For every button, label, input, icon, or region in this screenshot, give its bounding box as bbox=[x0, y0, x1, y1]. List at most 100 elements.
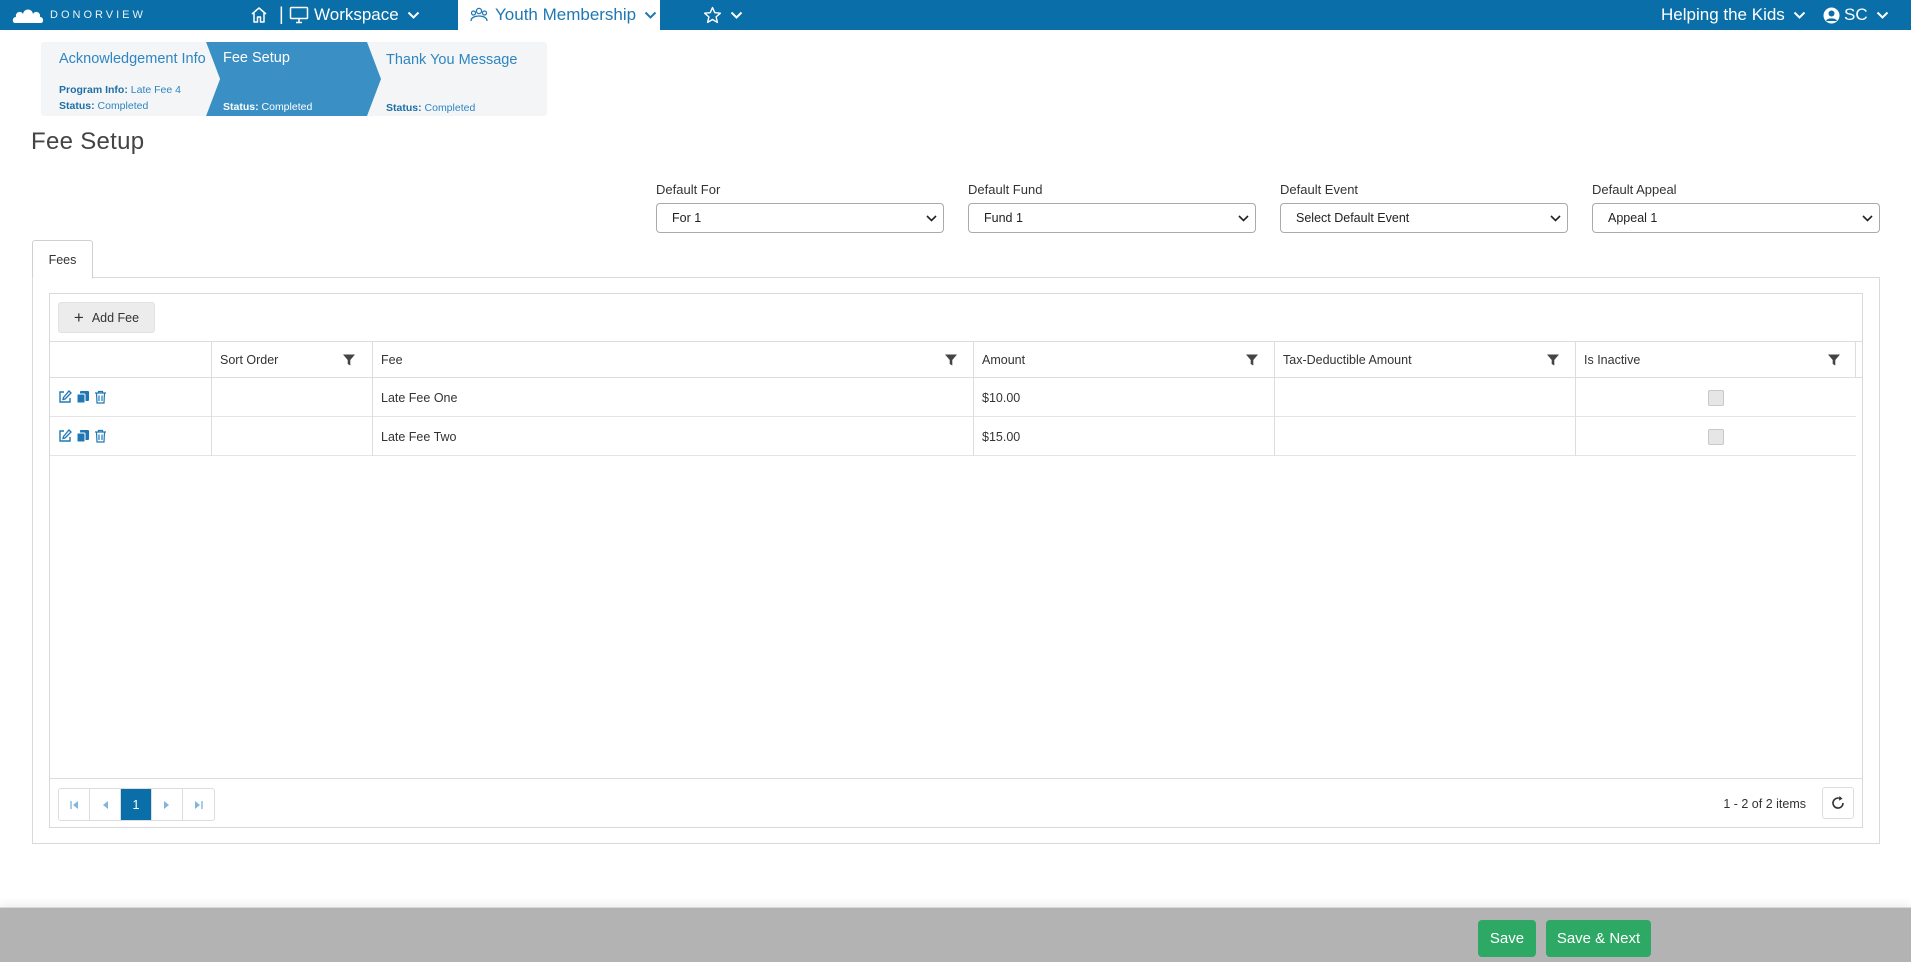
refresh-button[interactable] bbox=[1822, 787, 1854, 819]
table-row: Late Fee Two $15.00 bbox=[50, 417, 1856, 456]
grid-pager: 1 1 - 2 of 2 items bbox=[50, 778, 1862, 827]
home-icon[interactable] bbox=[249, 5, 269, 25]
next-page-button[interactable] bbox=[152, 789, 183, 820]
save-button[interactable]: Save bbox=[1478, 920, 1536, 957]
fees-grid: + Add Fee Sort Order Fee Amount Tax-Dedu… bbox=[49, 293, 1863, 828]
youth-membership-label: Youth Membership bbox=[495, 5, 637, 24]
filter-icon[interactable] bbox=[342, 353, 356, 367]
cell-is-inactive bbox=[1575, 417, 1856, 456]
logo-text: DONORVIEW bbox=[50, 9, 146, 21]
prev-page-icon bbox=[103, 800, 108, 809]
favorites-menu[interactable] bbox=[703, 4, 743, 26]
filter-icon[interactable] bbox=[1245, 353, 1259, 367]
chevron-down-icon bbox=[1876, 11, 1888, 19]
chevron-down-icon bbox=[1238, 214, 1249, 222]
prev-page-button[interactable] bbox=[90, 789, 121, 820]
header-actions bbox=[50, 342, 211, 378]
chevron-down-icon bbox=[1862, 214, 1873, 222]
edit-icon[interactable] bbox=[58, 429, 72, 443]
step-thank-you-message[interactable]: Thank You Message Status: Completed bbox=[376, 42, 546, 116]
default-fund-group: Default Fund Fund 1 bbox=[968, 182, 1256, 233]
first-page-icon bbox=[69, 800, 78, 809]
cell-amount: $10.00 bbox=[973, 378, 1274, 417]
workspace-label: Workspace bbox=[314, 5, 399, 24]
header-label: Is Inactive bbox=[1584, 353, 1641, 367]
refresh-icon bbox=[1832, 796, 1844, 809]
default-event-group: Default Event Select Default Event bbox=[1280, 182, 1568, 233]
top-navigation-bar: DONORVIEW | Workspace Youth Membership H… bbox=[0, 0, 1911, 30]
trash-icon[interactable] bbox=[94, 390, 107, 404]
is-inactive-checkbox[interactable] bbox=[1708, 389, 1724, 406]
tab-fees[interactable]: Fees bbox=[32, 240, 93, 279]
is-inactive-checkbox[interactable] bbox=[1708, 428, 1724, 445]
step-fee-setup[interactable]: Fee Setup Status: Completed bbox=[211, 42, 371, 116]
default-event-select[interactable]: Select Default Event bbox=[1280, 203, 1568, 233]
filter-icon[interactable] bbox=[944, 353, 958, 367]
cell-fee: Late Fee Two bbox=[372, 417, 973, 456]
copy-icon[interactable] bbox=[76, 429, 90, 443]
step-status: Status: Completed bbox=[386, 102, 476, 114]
header-amount[interactable]: Amount bbox=[973, 342, 1274, 378]
header-tax-deductible-amount[interactable]: Tax-Deductible Amount bbox=[1274, 342, 1575, 378]
chevron-down-icon bbox=[730, 11, 743, 19]
step-status: Status: Completed bbox=[223, 101, 313, 113]
star-icon bbox=[703, 6, 722, 24]
step-program-info: Program Info: Late Fee 4 bbox=[59, 84, 181, 96]
logo[interactable]: DONORVIEW bbox=[12, 5, 146, 25]
user-initials: SC bbox=[1844, 5, 1868, 24]
footer-bar: Save Save & Next bbox=[0, 907, 1911, 962]
header-is-inactive[interactable]: Is Inactive bbox=[1575, 342, 1856, 378]
header-fee[interactable]: Fee bbox=[372, 342, 973, 378]
step-acknowledgement-info[interactable]: Acknowledgement Info Program Info: Late … bbox=[41, 42, 211, 116]
header-label: Amount bbox=[982, 353, 1026, 367]
default-appeal-label: Default Appeal bbox=[1592, 182, 1677, 197]
plus-icon: + bbox=[73, 308, 84, 327]
organization-menu[interactable]: Helping the Kids bbox=[1661, 0, 1806, 30]
filter-icon[interactable] bbox=[1827, 353, 1841, 367]
cell-fee: Late Fee One bbox=[372, 378, 973, 417]
user-circle-icon bbox=[1823, 7, 1840, 23]
header-label: Sort Order bbox=[220, 353, 279, 367]
edit-icon[interactable] bbox=[58, 390, 72, 404]
page-title: Fee Setup bbox=[31, 128, 145, 155]
next-page-icon bbox=[164, 800, 169, 809]
default-for-group: Default For For 1 bbox=[656, 182, 944, 233]
workspace-menu[interactable]: Workspace bbox=[289, 0, 420, 30]
step-title: Fee Setup bbox=[223, 50, 290, 66]
grid-header: Sort Order Fee Amount Tax-Deductible Amo… bbox=[50, 342, 1862, 378]
nav-separator: | bbox=[279, 4, 284, 24]
row-actions bbox=[50, 417, 211, 456]
youth-membership-menu[interactable]: Youth Membership bbox=[458, 0, 660, 30]
step-status: Status: Completed bbox=[59, 100, 149, 112]
default-appeal-value: Appeal 1 bbox=[1608, 211, 1658, 225]
cell-is-inactive bbox=[1575, 378, 1856, 417]
default-event-value: Select Default Event bbox=[1296, 211, 1410, 225]
default-for-select[interactable]: For 1 bbox=[656, 203, 944, 233]
pager-buttons: 1 bbox=[58, 788, 215, 821]
step-title: Thank You Message bbox=[386, 52, 518, 68]
user-menu[interactable]: SC bbox=[1823, 0, 1889, 30]
cell-tax-deductible bbox=[1274, 378, 1575, 417]
chevron-down-icon bbox=[926, 214, 937, 222]
save-and-next-button[interactable]: Save & Next bbox=[1546, 920, 1651, 957]
default-fund-label: Default Fund bbox=[968, 182, 1043, 197]
copy-icon[interactable] bbox=[76, 390, 90, 404]
header-label: Tax-Deductible Amount bbox=[1283, 353, 1412, 367]
default-appeal-select[interactable]: Appeal 1 bbox=[1592, 203, 1880, 233]
table-row: Late Fee One $10.00 bbox=[50, 378, 1856, 417]
pager-info: 1 - 2 of 2 items bbox=[1723, 796, 1806, 811]
default-fund-value: Fund 1 bbox=[984, 211, 1023, 225]
first-page-button[interactable] bbox=[59, 789, 90, 820]
monitor-icon bbox=[289, 6, 309, 24]
cell-amount: $15.00 bbox=[973, 417, 1274, 456]
filter-icon[interactable] bbox=[1546, 353, 1560, 367]
add-fee-button[interactable]: + Add Fee bbox=[58, 302, 155, 333]
last-page-button[interactable] bbox=[183, 789, 214, 820]
page-number-button[interactable]: 1 bbox=[121, 789, 152, 820]
default-fund-select[interactable]: Fund 1 bbox=[968, 203, 1256, 233]
trash-icon[interactable] bbox=[94, 429, 107, 443]
group-icon bbox=[470, 7, 488, 22]
step-title: Acknowledgement Info bbox=[59, 51, 206, 67]
add-fee-label: Add Fee bbox=[91, 310, 140, 325]
header-sort-order[interactable]: Sort Order bbox=[211, 342, 372, 378]
